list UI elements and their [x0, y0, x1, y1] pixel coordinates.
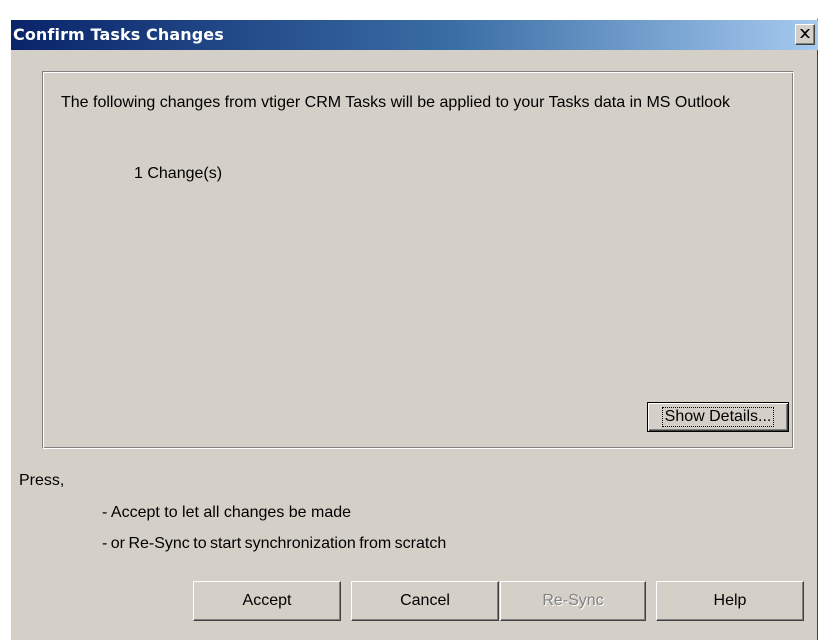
accept-button[interactable]: Accept — [193, 581, 341, 621]
accept-label: Accept — [242, 592, 292, 609]
show-details-label: Show Details... — [661, 407, 775, 427]
instruction-resync: - or Re-Sync to start synchronization fr… — [102, 535, 447, 552]
changes-summary-panel: The following changes from vtiger CRM Ta… — [42, 71, 794, 449]
close-icon — [800, 29, 810, 38]
help-label: Help — [713, 592, 747, 609]
resync-button[interactable]: Re-Sync — [500, 581, 646, 621]
cancel-label: Cancel — [400, 592, 450, 609]
press-label: Press, — [19, 472, 65, 489]
resync-label: Re-Sync — [542, 592, 604, 609]
cancel-button[interactable]: Cancel — [351, 581, 499, 621]
change-count: 1 Change(s) — [134, 165, 223, 182]
help-button[interactable]: Help — [656, 581, 804, 621]
show-details-button[interactable]: Show Details... — [647, 402, 789, 432]
confirm-dialog: Confirm Tasks Changes The following chan… — [9, 18, 818, 640]
instruction-accept: - Accept to let all changes be made — [102, 504, 352, 521]
title-bar[interactable]: Confirm Tasks Changes — [11, 20, 818, 50]
changes-message: The following changes from vtiger CRM Ta… — [61, 94, 731, 111]
dialog-title: Confirm Tasks Changes — [13, 25, 224, 44]
close-button[interactable] — [795, 24, 815, 45]
